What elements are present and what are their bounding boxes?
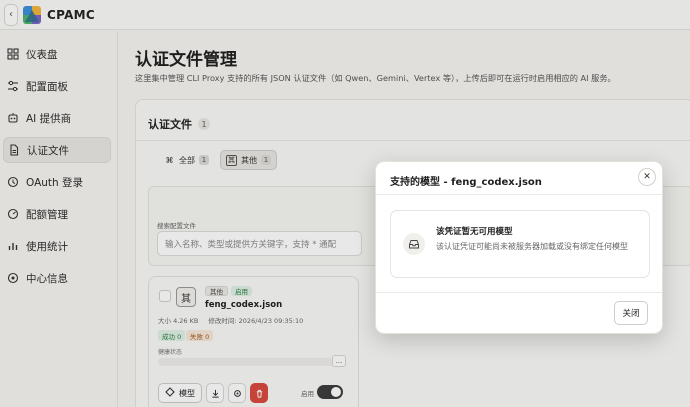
supported-models-modal: 支持的模型 - feng_codex.json ✕ 该凭证暂无可用模型 该认证凭… [375, 161, 663, 334]
close-button[interactable]: 关闭 [614, 301, 648, 325]
empty-description: 该认证凭证可能尚未被服务器加载或没有绑定任何模型 [436, 242, 628, 251]
close-icon[interactable]: ✕ [638, 168, 656, 186]
inbox-icon [403, 233, 425, 255]
modal-title: 支持的模型 - feng_codex.json [390, 177, 542, 188]
empty-state: 该凭证暂无可用模型 该认证凭证可能尚未被服务器加载或没有绑定任何模型 [390, 210, 650, 278]
divider [376, 194, 662, 195]
divider [376, 292, 662, 293]
empty-title: 该凭证暂无可用模型 [436, 227, 513, 237]
